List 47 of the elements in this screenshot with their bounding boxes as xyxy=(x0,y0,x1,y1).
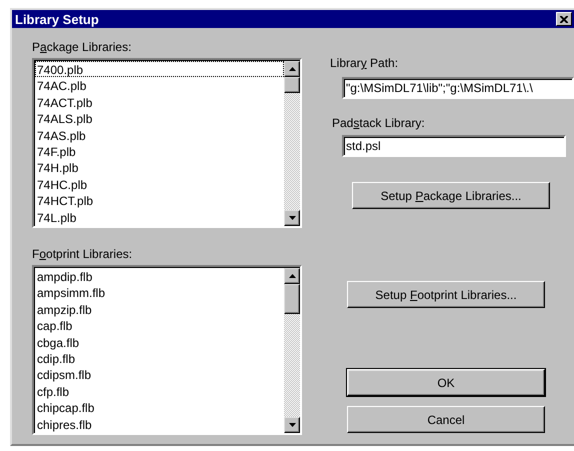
list-item[interactable]: 74HC.plb xyxy=(35,176,284,192)
list-item[interactable]: ampdip.flb xyxy=(35,268,284,284)
dialog-button[interactable]: Setup Footprint Libraries... xyxy=(347,281,545,308)
down-arrow-icon xyxy=(288,423,296,427)
list-item[interactable]: cfp.flb xyxy=(35,382,284,400)
list-item[interactable]: 74AS.plb xyxy=(35,126,284,143)
up-arrow-icon xyxy=(288,274,296,278)
input-field[interactable]: "g:\MSimDL71\lib";"g:\MSimDL71\.\ xyxy=(342,77,574,99)
list-label: Package Libraries: xyxy=(32,40,132,55)
list-item[interactable]: 74HCT.plb xyxy=(35,192,284,209)
dialog-button[interactable]: Cancel xyxy=(347,406,545,433)
close-button[interactable] xyxy=(556,12,572,26)
list-item[interactable]: 74ACT.plb xyxy=(35,94,284,110)
list-item[interactable]: 74AC.plb xyxy=(35,77,284,94)
scroll-down-button[interactable] xyxy=(284,417,300,433)
list-box[interactable]: ampdip.flb ampsimm.flb ampzip.flb cap.flb cbga.flb cdip.flb cdipsm.flb cfp.flb chipcap.flb chipres.flb xyxy=(32,265,302,435)
scroll-up-button[interactable] xyxy=(284,61,300,77)
scrollbar[interactable] xyxy=(284,61,300,226)
list-item[interactable]: 74H.plb xyxy=(35,159,284,176)
scroll-up-button[interactable] xyxy=(284,268,300,284)
list-item[interactable]: 74ALS.plb xyxy=(35,110,284,127)
scroll-thumb[interactable] xyxy=(284,77,300,93)
close-icon xyxy=(560,16,568,22)
field-label: Library Path: xyxy=(330,56,398,71)
down-arrow-icon xyxy=(288,216,296,220)
window-title: Library Setup xyxy=(15,12,100,26)
scrollbar[interactable] xyxy=(284,268,300,433)
input-field[interactable]: std.psl xyxy=(342,135,566,157)
list-item[interactable]: chipcap.flb xyxy=(35,399,284,416)
scroll-thumb[interactable] xyxy=(284,284,300,314)
up-arrow-icon xyxy=(288,67,296,71)
list-item[interactable]: ampzip.flb xyxy=(35,300,284,318)
list-box[interactable]: 7400.plb 74AC.plb 74ACT.plb 74ALS.plb 74AS.plb 74F.plb 74H.plb 74HC.plb 74HCT.plb 74L.plb xyxy=(32,58,302,228)
list-item[interactable]: cdipsm.flb xyxy=(35,366,284,383)
list-label: Footprint Libraries: xyxy=(32,247,134,262)
list-item[interactable]: 74L.plb xyxy=(35,208,284,225)
list-item[interactable]: cdip.flb xyxy=(35,350,284,366)
dialog-button[interactable]: Setup Package Libraries... xyxy=(352,182,550,209)
list-item[interactable]: 74F.plb xyxy=(35,142,284,160)
list-item[interactable]: chipres.flb xyxy=(35,416,284,432)
field-label: Padstack Library: xyxy=(332,116,425,131)
list-item[interactable]: ampsimm.flb xyxy=(35,284,284,301)
scroll-down-button[interactable] xyxy=(284,210,300,226)
list-item[interactable]: 7400.plb xyxy=(35,61,284,78)
list-item[interactable]: cap.flb xyxy=(35,317,284,334)
dialog-button[interactable]: OK xyxy=(347,369,545,396)
list-item[interactable]: cbga.flb xyxy=(35,334,284,350)
